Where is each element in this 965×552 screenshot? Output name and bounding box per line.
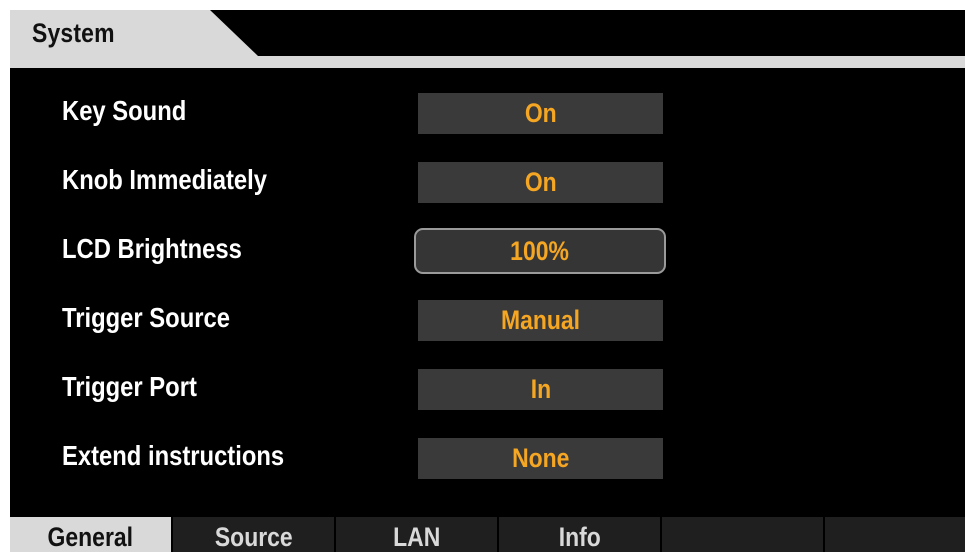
setting-row-key-sound: Key Sound On <box>10 93 965 135</box>
page-title: System <box>32 18 115 48</box>
trigger-source-value[interactable]: Manual <box>418 300 663 341</box>
setting-row-trigger-source: Trigger Source Manual <box>10 300 965 342</box>
setting-label: Knob Immediately <box>62 164 267 195</box>
setting-label: Trigger Port <box>62 371 197 402</box>
setting-value-text: Manual <box>500 305 581 335</box>
tab-empty-5[interactable] <box>662 517 825 552</box>
setting-row-knob-immediately: Knob Immediately On <box>10 162 965 204</box>
tab-lan[interactable]: LAN <box>336 517 499 552</box>
tab-label: Source <box>214 522 293 552</box>
key-sound-value[interactable]: On <box>418 93 663 134</box>
setting-label: Extend instructions <box>62 440 285 471</box>
tab-general[interactable]: General <box>10 517 173 552</box>
lcd-brightness-value[interactable]: 100% <box>414 228 666 274</box>
knob-immediately-value[interactable]: On <box>418 162 663 203</box>
title-bar: System <box>10 10 965 68</box>
setting-value-text: None <box>511 443 570 473</box>
setting-label: Trigger Source <box>62 302 230 333</box>
extend-instructions-value[interactable]: None <box>418 438 663 479</box>
title-divider <box>10 56 965 68</box>
title-tab: System <box>10 10 258 56</box>
tab-source[interactable]: Source <box>173 517 336 552</box>
instrument-screen: System Key Sound On Knob Immediately On … <box>10 10 965 552</box>
setting-value-text: On <box>524 98 557 128</box>
tab-label: Info <box>558 522 601 552</box>
setting-label: Key Sound <box>62 95 187 126</box>
setting-value-text: 100% <box>510 235 570 266</box>
setting-row-extend-instructions: Extend instructions None <box>10 438 965 480</box>
trigger-port-value[interactable]: In <box>418 369 663 410</box>
tab-info[interactable]: Info <box>499 517 662 552</box>
tab-label: General <box>47 522 134 552</box>
setting-value-text: On <box>524 167 557 197</box>
setting-label: LCD Brightness <box>62 233 242 264</box>
setting-value-text: In <box>530 374 551 404</box>
tab-label: LAN <box>392 522 441 552</box>
tab-empty-6[interactable] <box>825 517 965 552</box>
softkey-tab-bar: General Source LAN Info <box>10 517 965 552</box>
setting-row-trigger-port: Trigger Port In <box>10 369 965 411</box>
setting-row-lcd-brightness: LCD Brightness 100% <box>10 228 965 274</box>
